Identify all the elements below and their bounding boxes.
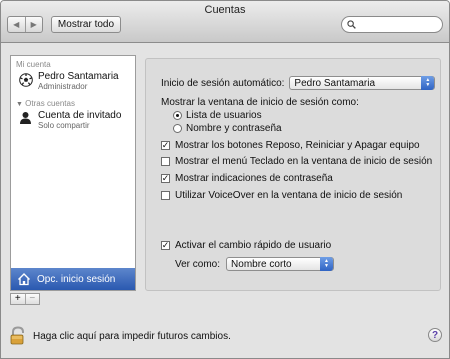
lock-text[interactable]: Haga clic aquí para impedir futuros camb…: [33, 331, 231, 342]
back-button[interactable]: ◀: [8, 17, 25, 32]
other-accounts-header: ▼ Otras cuentas: [16, 99, 75, 108]
checkbox-keyboard-menu[interactable]: Mostrar el menú Teclado en la ventana de…: [161, 156, 432, 167]
view-as-value: Nombre corto: [231, 258, 292, 270]
search-icon: [347, 20, 356, 29]
popup-arrows-icon: ▲ ▼: [421, 76, 435, 90]
lock-bar: Haga clic aquí para impedir futuros camb…: [9, 326, 231, 346]
forward-button[interactable]: ▶: [24, 17, 43, 32]
login-options-label: Opc. inicio sesión: [37, 273, 116, 285]
search-input[interactable]: [341, 16, 443, 33]
checkbox-password-hints[interactable]: ✓ Mostrar indicaciones de contraseña: [161, 173, 333, 184]
lock-icon[interactable]: [9, 326, 27, 346]
auto-login-value: Pedro Santamaria: [294, 77, 376, 89]
show-all-button[interactable]: Mostrar todo: [51, 16, 121, 33]
view-as-row: Ver como: Nombre corto ▲ ▼: [175, 257, 335, 271]
checkbox-label: Mostrar indicaciones de contraseña: [175, 173, 333, 184]
disclosure-triangle-icon[interactable]: ▼: [16, 101, 23, 108]
help-button[interactable]: ?: [428, 328, 442, 342]
nav-buttons: ◀ ▶: [7, 16, 43, 33]
show-window-label: Mostrar la ventana de inicio de sesión c…: [161, 97, 359, 108]
radio-label: Nombre y contraseña: [186, 123, 282, 134]
radio-list-users[interactable]: Lista de usuarios: [173, 110, 262, 121]
add-remove-buttons: + −: [10, 293, 40, 305]
view-as-label: Ver como:: [175, 258, 221, 270]
checkbox-show-buttons[interactable]: ✓ Mostrar los botones Reposo, Reiniciar …: [161, 140, 420, 151]
radio-name-password[interactable]: Nombre y contraseña: [173, 123, 282, 134]
checkbox-label: Utilizar VoiceOver en la ventana de inic…: [175, 190, 403, 201]
account-name: Cuenta de invitado: [38, 110, 122, 121]
account-role: Solo compartir: [38, 121, 90, 130]
auto-login-label: Inicio de sesión automático:: [161, 77, 285, 89]
preferences-window: Cuentas ◀ ▶ Mostrar todo Mi cuenta Pedro…: [0, 0, 450, 359]
remove-account-button[interactable]: −: [24, 294, 40, 304]
account-item-guest[interactable]: Cuenta de invitado Solo compartir: [19, 110, 121, 130]
house-icon: [18, 273, 30, 286]
account-name: Pedro Santamaria: [38, 71, 119, 82]
account-item-pedro[interactable]: Pedro Santamaria Administrador: [19, 71, 119, 91]
auto-login-row: Inicio de sesión automático: Pedro Santa…: [161, 76, 436, 90]
checkbox[interactable]: [161, 191, 170, 200]
checkbox-label: Activar el cambio rápido de usuario: [175, 240, 332, 251]
account-role: Administrador: [38, 82, 88, 91]
soccer-ball-avatar-icon: [19, 73, 33, 87]
radio-label: Lista de usuarios: [186, 110, 262, 121]
my-account-header: Mi cuenta: [16, 60, 51, 69]
add-account-button[interactable]: +: [11, 294, 25, 304]
view-as-popup[interactable]: Nombre corto ▲ ▼: [226, 257, 335, 271]
radio-button[interactable]: [173, 111, 182, 120]
checkbox-label: Mostrar los botones Reposo, Reiniciar y …: [175, 140, 420, 151]
other-accounts-label: Otras cuentas: [25, 99, 75, 108]
accounts-list[interactable]: Mi cuenta Pedro Santamaria Administrador…: [10, 55, 136, 291]
login-options-item[interactable]: Opc. inicio sesión: [11, 268, 135, 290]
popup-arrows-icon: ▲ ▼: [320, 257, 334, 271]
checkbox[interactable]: ✓: [161, 141, 170, 150]
checkbox[interactable]: ✓: [161, 174, 170, 183]
login-options-panel: Inicio de sesión automático: Pedro Santa…: [145, 58, 441, 291]
radio-button[interactable]: [173, 124, 182, 133]
checkbox-voiceover[interactable]: Utilizar VoiceOver en la ventana de inic…: [161, 190, 402, 201]
guest-user-icon: [20, 112, 31, 124]
checkbox-fast-user-switching[interactable]: ✓ Activar el cambio rápido de usuario: [161, 240, 331, 251]
auto-login-popup[interactable]: Pedro Santamaria ▲ ▼: [289, 76, 436, 90]
toolbar: Cuentas ◀ ▶ Mostrar todo: [1, 1, 449, 43]
window-title: Cuentas: [204, 4, 246, 16]
checkbox[interactable]: ✓: [161, 241, 170, 250]
checkbox[interactable]: [161, 157, 170, 166]
checkbox-label: Mostrar el menú Teclado en la ventana de…: [175, 156, 433, 167]
